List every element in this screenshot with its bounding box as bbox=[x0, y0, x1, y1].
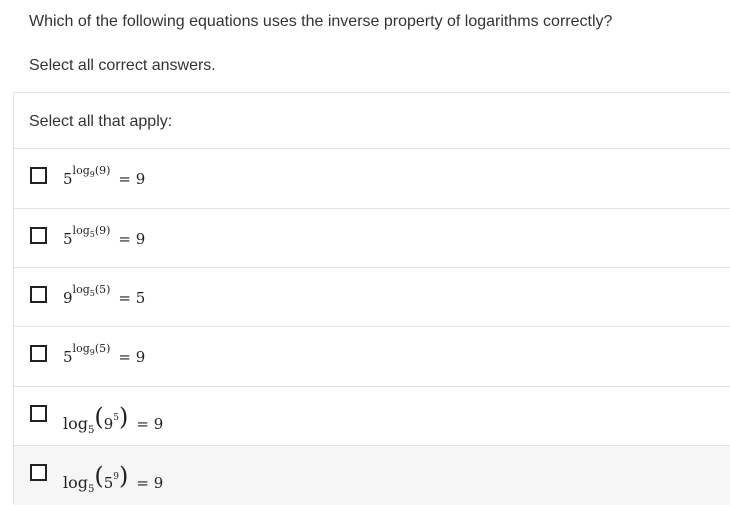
answer-option-4[interactable]: 5log9(5) = 9 bbox=[14, 326, 730, 385]
exp-log-arg: (5) bbox=[94, 283, 111, 296]
equation: 5log9(9) = 9 bbox=[63, 161, 145, 197]
checkbox[interactable] bbox=[30, 405, 47, 422]
exp-base: 9 bbox=[63, 289, 73, 307]
close-paren: ) bbox=[119, 403, 129, 431]
exp-log-arg: (5) bbox=[94, 342, 111, 355]
question-text: Which of the following equations uses th… bbox=[29, 13, 613, 30]
equation-rhs: = 9 bbox=[118, 230, 146, 248]
equation-rhs: = 9 bbox=[118, 170, 146, 188]
answer-option-5[interactable]: log5(95) = 9 bbox=[14, 386, 730, 445]
equation-rhs: = 9 bbox=[136, 474, 164, 492]
answer-option-2[interactable]: 5log5(9) = 9 bbox=[14, 208, 730, 267]
equation: 5log5(9) = 9 bbox=[63, 221, 145, 257]
inner-base: 5 bbox=[103, 474, 114, 492]
checkbox[interactable] bbox=[30, 167, 47, 184]
exp-log: log bbox=[72, 283, 90, 296]
equation-rhs: = 9 bbox=[136, 415, 164, 433]
log-fn: log bbox=[63, 473, 88, 492]
equation: 5log9(5) = 9 bbox=[63, 339, 145, 375]
answer-option-1[interactable]: 5log9(9) = 9 bbox=[14, 148, 730, 207]
equation: log5(95) = 9 bbox=[63, 399, 164, 436]
exp-base: 5 bbox=[63, 170, 73, 188]
checkbox[interactable] bbox=[30, 227, 47, 244]
equation-rhs: = 5 bbox=[118, 289, 146, 307]
checkbox[interactable] bbox=[30, 464, 47, 481]
equation-rhs: = 9 bbox=[118, 348, 146, 366]
exp-base: 5 bbox=[63, 230, 73, 248]
exp-log-arg: (9) bbox=[94, 224, 111, 237]
equation: log5(59) = 9 bbox=[63, 458, 164, 495]
equation: 9log5(5) = 5 bbox=[63, 280, 145, 316]
open-paren: ( bbox=[94, 403, 104, 431]
open-paren: ( bbox=[94, 462, 104, 490]
exp-base: 5 bbox=[63, 348, 73, 366]
answer-panel: Select all that apply: 5log9(9) = 9 5log5… bbox=[13, 92, 730, 505]
exp-log: log bbox=[72, 224, 90, 237]
select-all-label: Select all that apply: bbox=[29, 113, 173, 130]
question-instruction: Select all correct answers. bbox=[29, 57, 216, 74]
close-paren: ) bbox=[119, 462, 129, 490]
answer-option-6[interactable]: log5(59) = 9 bbox=[14, 445, 730, 505]
checkbox[interactable] bbox=[30, 286, 47, 303]
checkbox[interactable] bbox=[30, 345, 47, 362]
inner-base: 9 bbox=[103, 415, 114, 433]
exp-log: log bbox=[72, 164, 90, 177]
exp-log: log bbox=[72, 342, 90, 355]
log-fn: log bbox=[63, 414, 88, 433]
exp-log-arg: (9) bbox=[94, 164, 111, 177]
answer-option-3[interactable]: 9log5(5) = 5 bbox=[14, 267, 730, 326]
